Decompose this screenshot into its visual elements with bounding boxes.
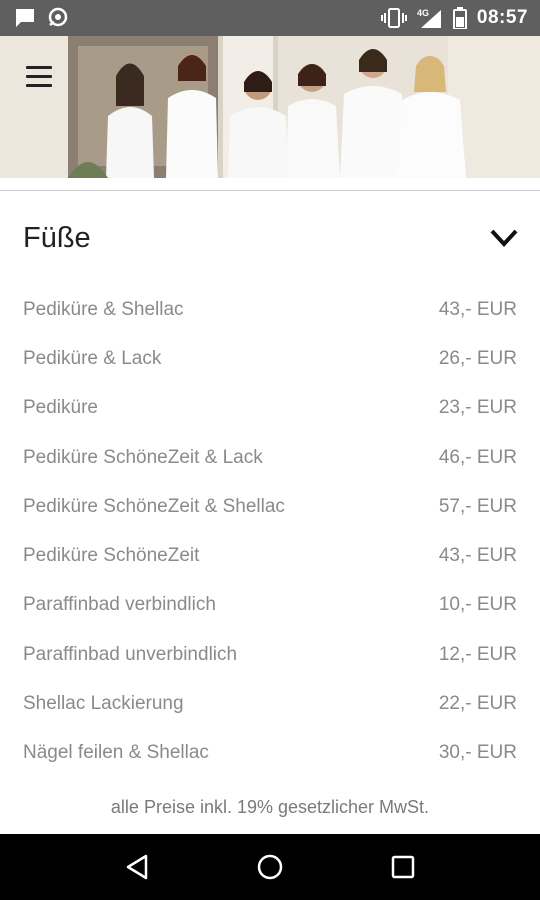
service-name: Shellac Lackierung — [23, 693, 184, 715]
list-item: Pediküre SchöneZeit & Shellac 57,- EUR — [23, 482, 517, 531]
recents-icon[interactable] — [373, 842, 433, 892]
notification-icon — [46, 7, 70, 29]
signal-icon: 4G — [417, 7, 443, 29]
service-name: Paraffinbad verbindlich — [23, 594, 216, 616]
service-name: Pediküre SchöneZeit & Shellac — [23, 495, 285, 517]
menu-button[interactable] — [18, 58, 62, 94]
list-item: Pediküre SchöneZeit 43,- EUR — [23, 531, 517, 580]
section-title: Füße — [23, 221, 91, 254]
service-price: 43,- EUR — [438, 298, 517, 320]
list-item: Pediküre 23,- EUR — [23, 384, 517, 433]
service-price: 23,- EUR — [438, 397, 517, 419]
list-item: Pediküre & Shellac 43,- EUR — [23, 285, 517, 334]
service-name: Pediküre SchöneZeit & Lack — [23, 446, 263, 468]
service-price: 46,- EUR — [438, 446, 517, 468]
hamburger-icon-line — [26, 83, 52, 87]
service-price: 57,- EUR — [438, 495, 517, 517]
chat-icon — [14, 7, 36, 29]
service-price: 12,- EUR — [438, 643, 517, 665]
list-item: Pediküre & Lack 26,- EUR — [23, 334, 517, 383]
header-banner — [0, 36, 540, 178]
team-photo — [68, 36, 540, 178]
service-price: 26,- EUR — [438, 347, 517, 369]
list-item: Shellac Lackierung 22,- EUR — [23, 679, 517, 728]
home-icon[interactable] — [240, 842, 300, 892]
list-item: Nägel feilen & Shellac 30,- EUR — [23, 729, 517, 778]
svg-text:4G: 4G — [417, 8, 429, 18]
system-nav-bar — [0, 834, 540, 900]
chevron-down-icon[interactable] — [489, 227, 519, 249]
service-price: 22,- EUR — [438, 693, 517, 715]
service-price: 30,- EUR — [438, 742, 517, 764]
service-name: Pediküre — [23, 397, 98, 419]
list-item: Paraffinbad verbindlich 10,- EUR — [23, 581, 517, 630]
service-name: Paraffinbad unverbindlich — [23, 643, 238, 665]
service-name: Pediküre SchöneZeit — [23, 545, 200, 567]
price-list: Pediküre & Shellac 43,- EUR Pediküre & Lac… — [23, 285, 517, 778]
status-bar: 4G 08:57 — [0, 0, 540, 36]
divider — [0, 190, 540, 191]
battery-icon — [452, 7, 467, 29]
list-item: Paraffinbad unverbindlich 12,- EUR — [23, 630, 517, 679]
service-price: 43,- EUR — [438, 545, 517, 567]
list-item: Pediküre SchöneZeit & Lack 46,- EUR — [23, 433, 517, 482]
service-name: Pediküre & Lack — [23, 347, 162, 369]
service-name: Pediküre & Shellac — [23, 298, 184, 320]
hamburger-icon-line — [26, 74, 52, 78]
section-header-fuesse[interactable]: Füße — [23, 210, 519, 266]
vibrate-icon — [380, 7, 407, 29]
hamburger-icon-line — [26, 65, 52, 69]
vat-footnote: alle Preise inkl. 19% gesetzlicher MwSt. — [110, 797, 430, 817]
back-icon[interactable] — [107, 842, 167, 892]
service-price: 10,- EUR — [438, 594, 517, 616]
service-name: Nägel feilen & Shellac — [23, 742, 209, 764]
clock: 08:57 — [476, 7, 528, 28]
